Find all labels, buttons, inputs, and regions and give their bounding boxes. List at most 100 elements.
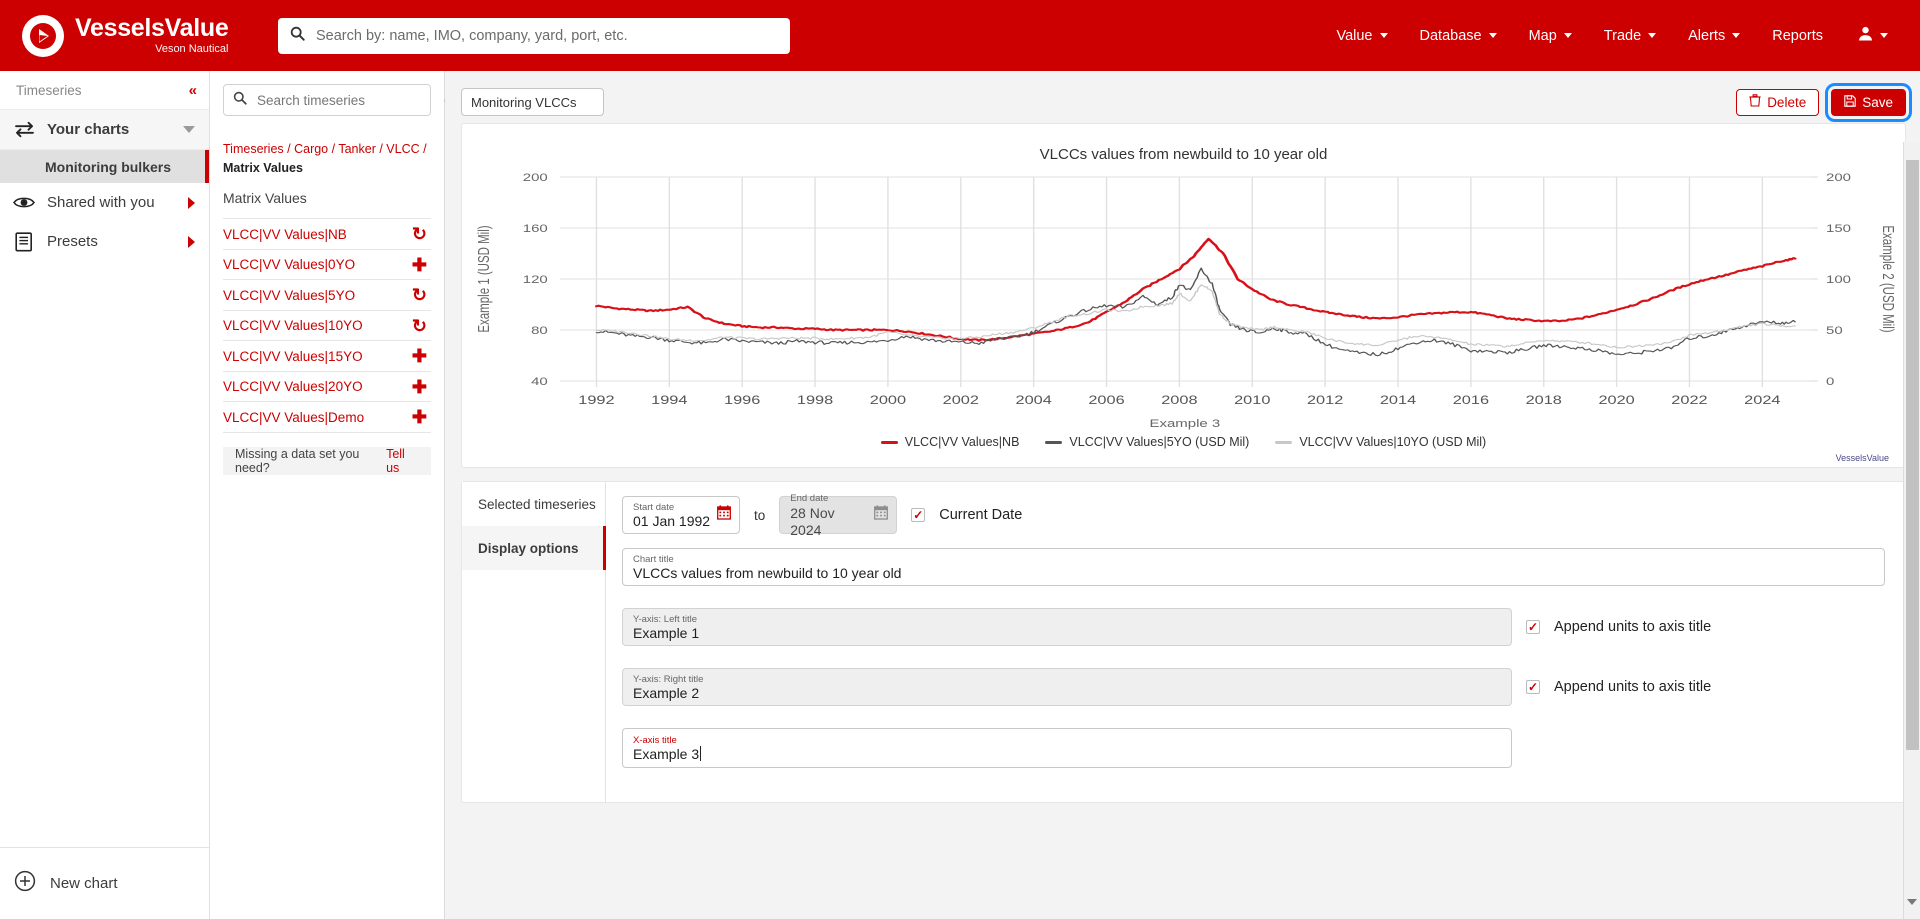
calendar-icon[interactable]	[717, 505, 731, 525]
breadcrumb-item-timeseries[interactable]: Timeseries	[223, 142, 284, 156]
tell-us-link[interactable]: Tell us	[386, 447, 419, 475]
add-icon[interactable]: ✚	[412, 378, 431, 396]
add-icon[interactable]: ✚	[412, 256, 431, 274]
timeseries-search-input[interactable]	[255, 92, 436, 109]
svg-text:1994: 1994	[651, 394, 687, 407]
reset-icon[interactable]: ↻	[412, 225, 431, 243]
chevron-down-icon	[1564, 33, 1572, 38]
plus-circle-icon	[14, 870, 36, 897]
breadcrumb-item-cargo[interactable]: Cargo	[294, 142, 328, 156]
nav-item-map[interactable]: Map	[1513, 20, 1588, 52]
sidebar-item-presets[interactable]: Presets	[0, 222, 209, 261]
y-axis-right-field[interactable]: Y-axis: Right title Example 2	[622, 668, 1512, 706]
chart-plot-area[interactable]: 4080120160200050100150200199219941996199…	[462, 163, 1905, 433]
end-date-field[interactable]: End date 28 Nov 2024	[779, 496, 897, 534]
chart-name-input[interactable]	[461, 88, 604, 116]
chart-title-value: VLCCs values from newbuild to 10 year ol…	[633, 565, 1874, 583]
legend-item-10yo[interactable]: VLCC|VV Values|10YO (USD Mil)	[1275, 435, 1486, 449]
timeseries-search-box[interactable]: Clear	[223, 84, 431, 116]
list-item[interactable]: VLCC|VV Values|NB ↻	[223, 219, 431, 250]
trash-icon	[1749, 94, 1761, 110]
timeseries-name: VLCC|VV Values|15YO	[223, 349, 363, 364]
chevron-down-icon	[183, 126, 195, 133]
current-date-checkbox[interactable]: ✓	[911, 508, 925, 522]
vesselsvalue-logo-icon	[22, 15, 64, 57]
reset-icon[interactable]: ↻	[412, 317, 431, 335]
chart-legend: VLCC|VV Values|NB VLCC|VV Values|5YO (US…	[462, 435, 1905, 449]
list-item[interactable]: VLCC|VV Values|20YO ✚	[223, 372, 431, 403]
user-menu[interactable]	[1839, 17, 1902, 55]
vertical-scrollbar[interactable]	[1903, 142, 1920, 919]
breadcrumb-item-vlcc[interactable]: VLCC	[386, 142, 419, 156]
global-search-input[interactable]	[314, 27, 778, 45]
breadcrumb-item-tanker[interactable]: Tanker	[338, 142, 376, 156]
y-axis-left-field[interactable]: Y-axis: Left title Example 1	[622, 608, 1512, 646]
text-cursor	[700, 746, 701, 761]
svg-text:2000: 2000	[870, 394, 906, 407]
tab-selected-timeseries[interactable]: Selected timeseries	[462, 482, 605, 526]
legend-swatch	[1045, 441, 1062, 444]
chevron-down-icon	[1489, 33, 1497, 38]
append-units-left-checkbox[interactable]: ✓	[1526, 620, 1540, 634]
add-icon[interactable]: ✚	[412, 347, 431, 365]
list-item[interactable]: VLCC|VV Values|15YO ✚	[223, 341, 431, 372]
timeseries-list: VLCC|VV Values|NB ↻ VLCC|VV Values|0YO ✚…	[223, 218, 431, 433]
tab-display-options[interactable]: Display options	[462, 526, 605, 570]
svg-text:Example 1 (USD Mil): Example 1 (USD Mil)	[476, 225, 493, 332]
timeseries-name: VLCC|VV Values|5YO	[223, 288, 355, 303]
add-icon[interactable]: ✚	[412, 408, 431, 426]
list-item[interactable]: VLCC|VV Values|10YO ↻	[223, 311, 431, 342]
svg-text:Example 2 (USD Mil): Example 2 (USD Mil)	[1880, 225, 1897, 332]
save-label: Save	[1862, 95, 1893, 110]
nav-item-value[interactable]: Value	[1320, 20, 1403, 52]
save-button[interactable]: Save	[1831, 89, 1906, 116]
scroll-down-arrow[interactable]	[1907, 905, 1918, 916]
brand-logo-block[interactable]: VesselsValue Veson Nautical	[22, 15, 252, 57]
sidebar-label-presets: Presets	[47, 233, 176, 250]
new-chart-button[interactable]: New chart	[0, 847, 209, 919]
legend-item-5yo[interactable]: VLCC|VV Values|5YO (USD Mil)	[1045, 435, 1249, 449]
svg-text:0: 0	[1826, 375, 1834, 388]
reset-icon[interactable]: ↻	[412, 286, 431, 304]
list-item[interactable]: VLCC|VV Values|5YO ↻	[223, 280, 431, 311]
date-range-separator: to	[754, 508, 765, 523]
calendar-icon	[874, 505, 888, 525]
nav-item-trade[interactable]: Trade	[1588, 20, 1672, 52]
list-item[interactable]: VLCC|VV Values|0YO ✚	[223, 250, 431, 281]
legend-item-nb[interactable]: VLCC|VV Values|NB	[881, 435, 1020, 449]
start-date-field[interactable]: Start date 01 Jan 1992	[622, 496, 740, 534]
scroll-up-arrow[interactable]	[1907, 145, 1918, 156]
svg-text:2020: 2020	[1598, 394, 1634, 407]
svg-text:100: 100	[1826, 273, 1851, 286]
nav-item-reports[interactable]: Reports	[1756, 20, 1839, 52]
sidebar-item-monitoring-bulkers[interactable]: Monitoring bulkers	[0, 150, 209, 183]
nav-item-alerts[interactable]: Alerts	[1672, 20, 1756, 52]
legend-swatch	[1275, 441, 1292, 444]
sidebar-item-shared-with-you[interactable]: Shared with you	[0, 183, 209, 222]
nav-item-database[interactable]: Database	[1404, 20, 1513, 52]
collapse-sidebar-icon[interactable]: «	[189, 82, 195, 99]
chevron-right-icon	[188, 197, 195, 209]
missing-dataset-text: Missing a data set you need?	[235, 447, 386, 475]
append-units-right-checkbox[interactable]: ✓	[1526, 680, 1540, 694]
delete-button[interactable]: Delete	[1736, 89, 1819, 116]
x-axis-title-field[interactable]: X-axis title Example 3	[622, 728, 1512, 768]
chart-title-field[interactable]: Chart title VLCCs values from newbuild t…	[622, 548, 1885, 586]
svg-text:2012: 2012	[1307, 394, 1343, 407]
global-search-box[interactable]	[278, 18, 790, 54]
timeseries-name: VLCC|VV Values|Demo	[223, 410, 364, 425]
timeseries-name: VLCC|VV Values|0YO	[223, 257, 355, 272]
sidebar-item-your-charts[interactable]: Your charts	[0, 109, 209, 150]
timeseries-section-label: Matrix Values	[223, 177, 431, 218]
scrollbar-thumb[interactable]	[1906, 160, 1919, 750]
end-date-label: End date	[790, 494, 868, 504]
svg-text:200: 200	[523, 171, 548, 184]
check-icon: ✓	[1528, 621, 1538, 633]
svg-text:40: 40	[531, 375, 548, 388]
user-avatar-icon	[1857, 25, 1874, 47]
list-item[interactable]: VLCC|VV Values|Demo ✚	[223, 402, 431, 433]
timeseries-name: VLCC|VV Values|20YO	[223, 379, 363, 394]
options-body: Start date 01 Jan 1992	[606, 482, 1905, 802]
svg-text:2006: 2006	[1088, 394, 1124, 407]
svg-text:200: 200	[1826, 171, 1851, 184]
